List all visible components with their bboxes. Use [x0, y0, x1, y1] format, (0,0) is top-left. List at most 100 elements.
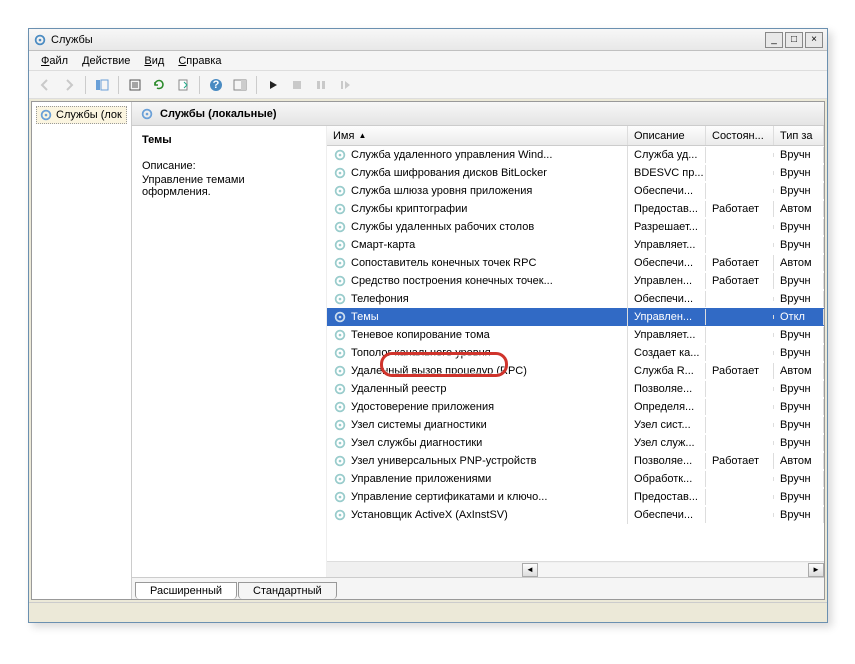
sort-asc-icon: ▲ — [358, 131, 366, 140]
stop-service-button[interactable] — [287, 75, 307, 95]
service-name: Службы криптографии — [351, 203, 467, 215]
service-row[interactable]: Узел системы диагностикиУзел сист...Вруч… — [327, 416, 824, 434]
restart-service-button[interactable] — [335, 75, 355, 95]
services-window: Службы _ □ × Файл Действие Вид Справка — [28, 28, 828, 623]
content-area: Службы (лок Службы (локальные) Темы Опис… — [31, 101, 825, 600]
gear-icon — [333, 292, 347, 306]
column-status[interactable]: Состоян... — [706, 126, 774, 145]
service-status — [706, 477, 774, 481]
service-row[interactable]: Служба удаленного управления Wind...Служ… — [327, 146, 824, 164]
refresh-button[interactable] — [149, 75, 169, 95]
service-row[interactable]: Установщик ActiveX (AxInstSV) Обеспечи...… — [327, 506, 824, 524]
service-status — [706, 189, 774, 193]
service-row[interactable]: Службы удаленных рабочих столовРазрешает… — [327, 218, 824, 236]
tree-root-item[interactable]: Службы (лок — [36, 106, 127, 124]
service-row[interactable]: ТелефонияОбеспечи...Вручн — [327, 290, 824, 308]
service-row[interactable]: ТемыУправлен...Откл — [327, 308, 824, 326]
service-description: Определя... — [628, 399, 706, 415]
service-description: Узел сист... — [628, 417, 706, 433]
service-row[interactable]: Службы криптографииПредостав...РаботаетА… — [327, 200, 824, 218]
gear-icon — [333, 256, 347, 270]
menu-action[interactable]: Действие — [76, 53, 136, 68]
scroll-right-button[interactable]: ► — [808, 563, 824, 577]
selected-service-name: Темы — [142, 134, 316, 146]
service-status — [706, 405, 774, 409]
service-row[interactable]: Управление сертификатами и ключо...Предо… — [327, 488, 824, 506]
service-row[interactable]: Тополог канального уровняСоздает ка...Вр… — [327, 344, 824, 362]
gear-icon — [333, 310, 347, 324]
toolbar: ? — [29, 71, 827, 99]
menubar: Файл Действие Вид Справка — [29, 51, 827, 71]
service-startup: Вручн — [774, 435, 824, 451]
service-row[interactable]: Узел универсальных PNP-устройствПозволяе… — [327, 452, 824, 470]
service-startup: Автом — [774, 363, 824, 379]
service-startup: Вручн — [774, 273, 824, 289]
service-row[interactable]: Служба шифрования дисков BitLockerBDESVC… — [327, 164, 824, 182]
gear-icon — [140, 107, 154, 121]
detail-header-title: Службы (локальные) — [160, 108, 277, 120]
column-description[interactable]: Описание — [628, 126, 706, 145]
titlebar[interactable]: Службы _ □ × — [29, 29, 827, 51]
gear-icon — [333, 364, 347, 378]
gear-icon — [333, 148, 347, 162]
service-row[interactable]: Удаленный вызов процедур (RPC)Служба R..… — [327, 362, 824, 380]
service-row[interactable]: Теневое копирование томаУправляет...Вруч… — [327, 326, 824, 344]
service-description: Обеспечи... — [628, 291, 706, 307]
service-row[interactable]: Удостоверение приложенияОпределя...Вручн — [327, 398, 824, 416]
action-pane-button[interactable] — [230, 75, 250, 95]
tab-extended[interactable]: Расширенный — [135, 582, 237, 599]
tree-pane[interactable]: Службы (лок — [32, 102, 132, 599]
service-startup: Вручн — [774, 327, 824, 343]
service-row[interactable]: Удаленный реестрПозволяе...Вручн — [327, 380, 824, 398]
minimize-button[interactable]: _ — [765, 32, 783, 48]
column-startup[interactable]: Тип за — [774, 126, 824, 145]
forward-button[interactable] — [59, 75, 79, 95]
help-button[interactable]: ? — [206, 75, 226, 95]
services-list: Имя▲ Описание Состоян... Тип за Служба у… — [327, 126, 824, 577]
back-button[interactable] — [35, 75, 55, 95]
service-row[interactable]: Смарт-картаУправляет...Вручн — [327, 236, 824, 254]
service-name: Тополог канального уровня — [351, 347, 491, 359]
service-row[interactable]: Служба шлюза уровня приложенияОбеспечи..… — [327, 182, 824, 200]
properties-button[interactable] — [125, 75, 145, 95]
service-status — [706, 315, 774, 319]
service-description: Обеспечи... — [628, 507, 706, 523]
column-name[interactable]: Имя▲ — [327, 126, 628, 145]
close-button[interactable]: × — [805, 32, 823, 48]
gear-icon — [333, 472, 347, 486]
menu-view[interactable]: Вид — [138, 53, 170, 68]
show-hide-tree-button[interactable] — [92, 75, 112, 95]
service-row[interactable]: Управление приложениямиОбработк...Вручн — [327, 470, 824, 488]
menu-file[interactable]: Файл — [35, 53, 74, 68]
service-description: Управлен... — [628, 309, 706, 325]
service-row[interactable]: Средство построения конечных точек...Упр… — [327, 272, 824, 290]
service-name: Темы — [351, 311, 379, 323]
gear-icon — [333, 202, 347, 216]
service-name: Сопоставитель конечных точек RPC — [351, 257, 536, 269]
service-startup: Вручн — [774, 345, 824, 361]
export-button[interactable] — [173, 75, 193, 95]
service-status — [706, 495, 774, 499]
service-status: Работает — [706, 453, 774, 469]
service-startup: Вручн — [774, 183, 824, 199]
service-description: Обработк... — [628, 471, 706, 487]
scroll-left-button[interactable]: ◄ — [522, 563, 538, 577]
tab-standard[interactable]: Стандартный — [238, 582, 337, 599]
service-startup: Вручн — [774, 417, 824, 433]
service-description: Предостав... — [628, 201, 706, 217]
pause-service-button[interactable] — [311, 75, 331, 95]
service-row[interactable]: Сопоставитель конечных точек RPCОбеспечи… — [327, 254, 824, 272]
service-description: Позволяе... — [628, 381, 706, 397]
start-service-button[interactable] — [263, 75, 283, 95]
service-name: Удаленный реестр — [351, 383, 446, 395]
service-status — [706, 297, 774, 301]
menu-help[interactable]: Справка — [172, 53, 227, 68]
scroll-track[interactable] — [538, 563, 808, 577]
horizontal-scrollbar[interactable]: ◄ ► — [327, 561, 824, 577]
service-row[interactable]: Узел службы диагностикиУзел служ...Вручн — [327, 434, 824, 452]
service-name: Установщик ActiveX (AxInstSV) — [351, 509, 508, 521]
maximize-button[interactable]: □ — [785, 32, 803, 48]
gear-icon — [333, 454, 347, 468]
service-status: Работает — [706, 255, 774, 271]
service-description: Предостав... — [628, 489, 706, 505]
